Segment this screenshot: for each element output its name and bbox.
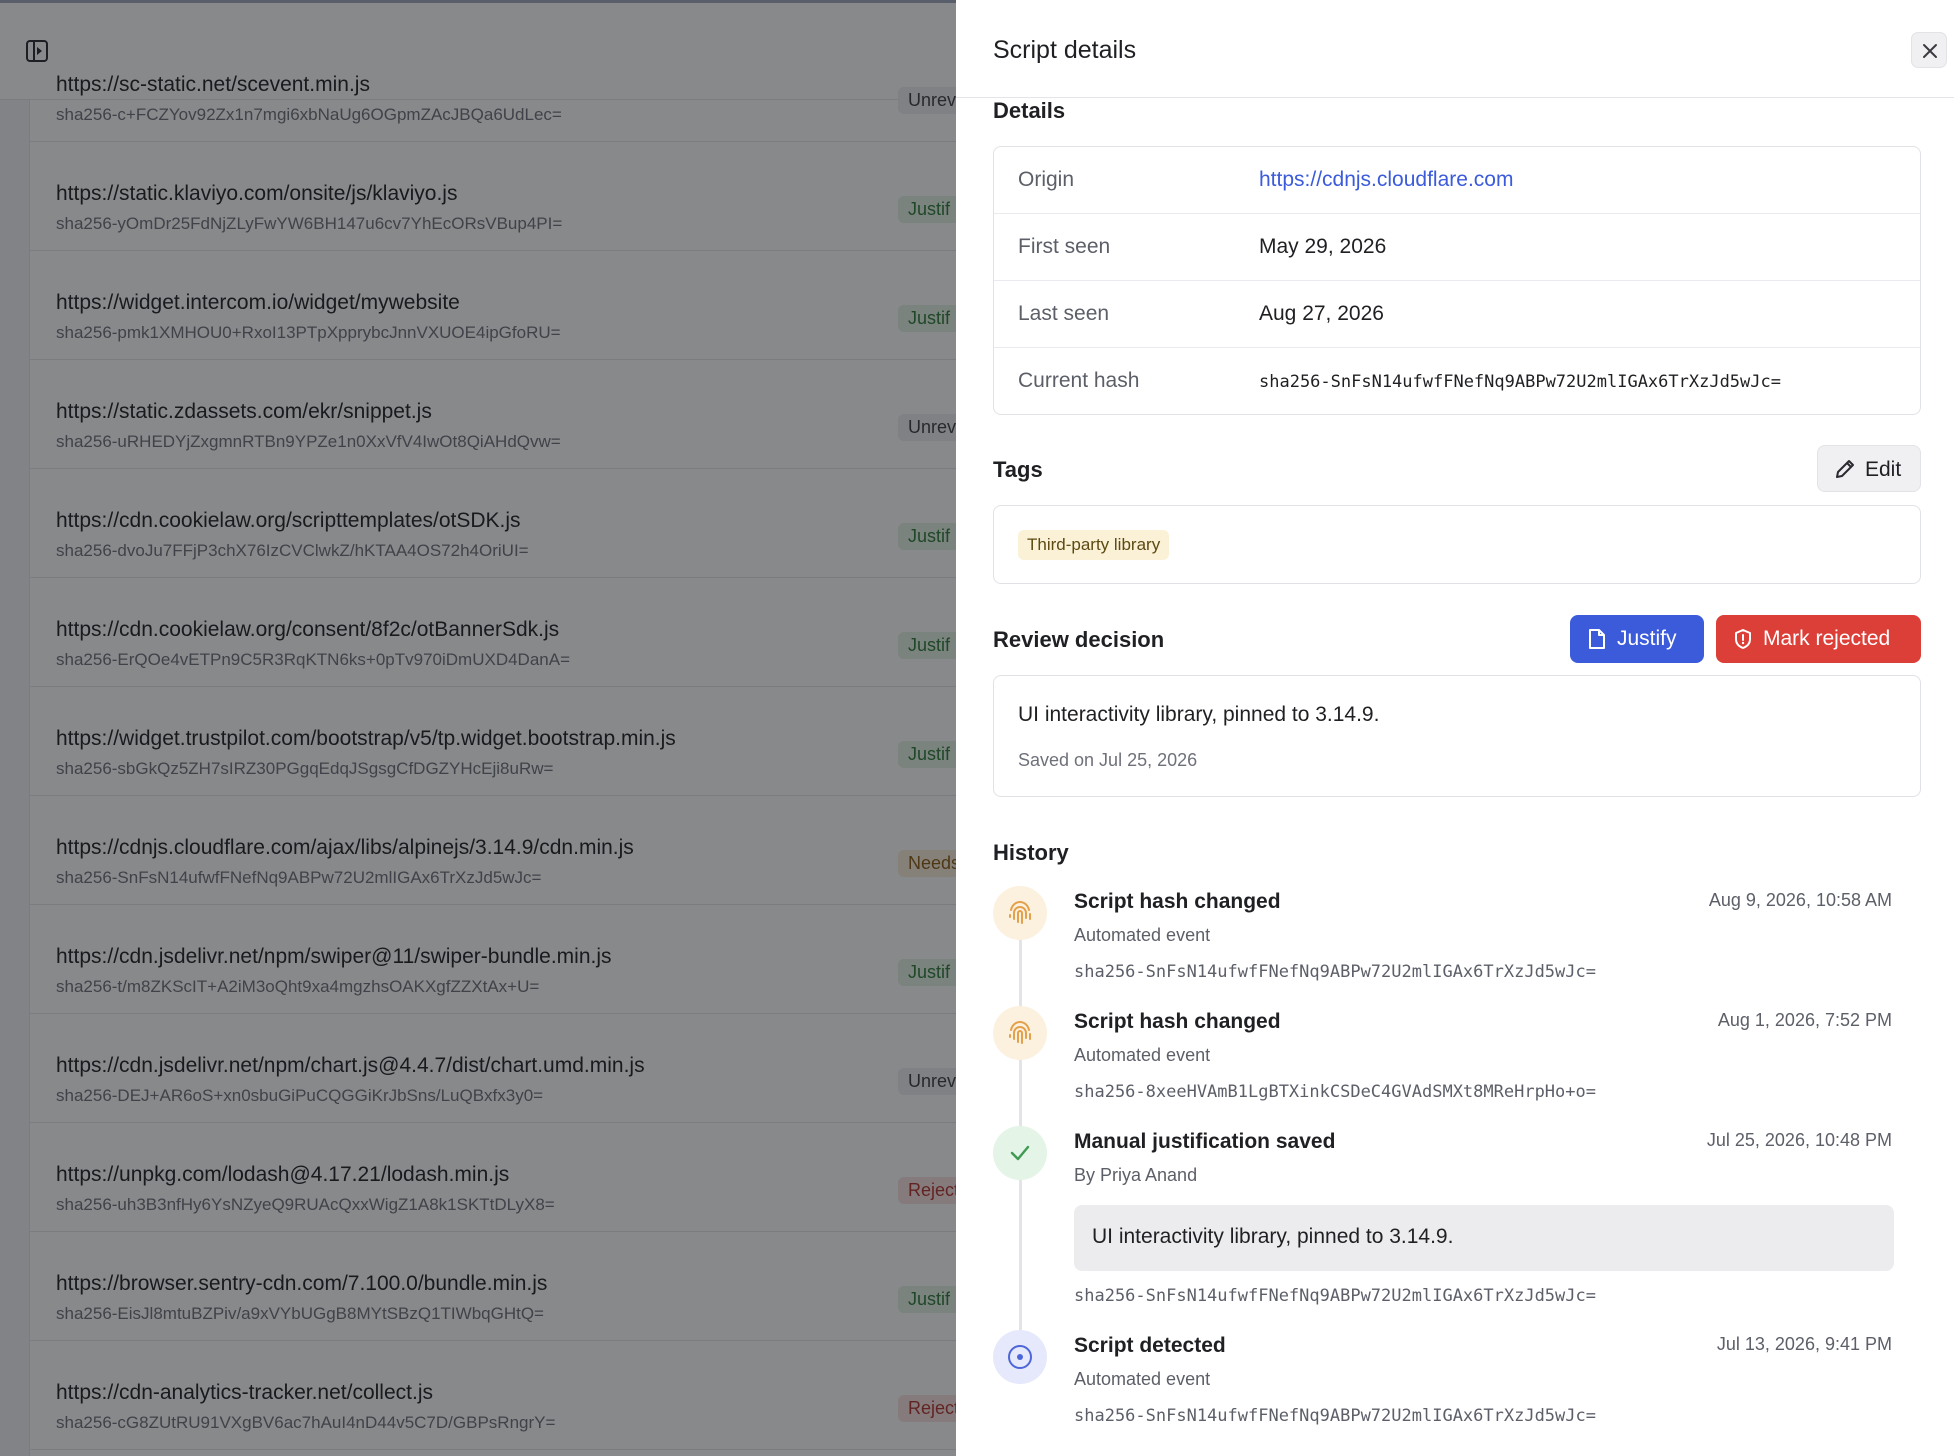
history-event-subtitle: Automated event <box>1074 1369 1211 1389</box>
history-event-icon <box>993 1330 1047 1384</box>
history-event-time: Aug 9, 2026, 10:58 AM <box>1708 890 1892 910</box>
history-event-time: Jul 25, 2026, 10:48 PM <box>1706 1130 1892 1150</box>
history-event-hash: sha256-SnFsN14ufwfFNefNq9ABPw72U2mlIGAx6… <box>1074 962 1596 982</box>
drawer-title: Script details <box>993 36 1137 64</box>
review-text: UI interactivity library, pinned to 3.14… <box>1018 703 1380 726</box>
mark-rejected-button[interactable]: Mark rejected <box>1716 615 1921 663</box>
close-icon <box>1923 44 1937 58</box>
history-event-subtitle: Automated event <box>1074 1045 1211 1065</box>
tag-pill: Third-party library <box>1018 530 1170 560</box>
fingerprint-icon <box>1009 900 1031 924</box>
detail-row-current-hash: Current hash sha256-SnFsN14ufwfFNefNq9AB… <box>994 348 1920 415</box>
justify-label: Justify <box>1617 627 1677 650</box>
tags-card: Third-party library <box>993 505 1921 584</box>
first-seen-value: May 29, 2026 <box>1259 235 1387 258</box>
history-event-hash: sha256-SnFsN14ufwfFNefNq9ABPw72U2mlIGAx6… <box>1074 1286 1596 1306</box>
document-icon <box>1589 629 1605 649</box>
review-card: UI interactivity library, pinned to 3.14… <box>993 675 1921 797</box>
history-event-icon <box>993 1006 1047 1060</box>
review-heading: Review decision <box>993 627 1165 652</box>
details-card: Origin https://cdnjs.cloudflare.com Firs… <box>993 146 1921 415</box>
review-saved-date: Saved on Jul 25, 2026 <box>1018 750 1198 770</box>
target-icon <box>1008 1345 1032 1369</box>
close-button[interactable] <box>1911 32 1947 68</box>
history-event-icon <box>993 886 1047 940</box>
detail-row-first-seen: First seen May 29, 2026 <box>994 214 1920 281</box>
history-event-subtitle: Automated event <box>1074 925 1211 945</box>
last-seen-value: Aug 27, 2026 <box>1259 302 1384 325</box>
tags-heading: Tags <box>993 457 1043 482</box>
fingerprint-icon <box>1009 1020 1031 1044</box>
history-heading: History <box>993 840 1069 865</box>
current-hash-value: sha256-SnFsN14ufwfFNefNq9ABPw72U2mlIGAx6… <box>1259 372 1781 392</box>
history-event-title: Script detected <box>1074 1334 1226 1357</box>
history-event-hash: sha256-8xeeHVAmB1LgBTXinkCSDeC4GVAdSMXt8… <box>1074 1082 1596 1102</box>
first-seen-label: First seen <box>1018 235 1111 258</box>
origin-label: Origin <box>1018 168 1075 191</box>
edit-label: Edit <box>1865 458 1902 481</box>
history-event-title: Manual justification saved <box>1074 1130 1336 1153</box>
history-event-time: Jul 13, 2026, 9:41 PM <box>1716 1334 1892 1354</box>
history-event-hash: sha256-SnFsN14ufwfFNefNq9ABPw72U2mlIGAx6… <box>1074 1406 1596 1426</box>
justify-button[interactable]: Justify <box>1570 615 1704 663</box>
history-event-subtitle: By Priya Anand <box>1074 1165 1198 1185</box>
history-event-icon <box>993 1126 1047 1180</box>
origin-link[interactable]: https://cdnjs.cloudflare.com <box>1259 168 1513 192</box>
drawer-header: Script details <box>956 0 1954 98</box>
last-seen-label: Last seen <box>1018 302 1110 325</box>
details-heading: Details <box>993 98 1066 123</box>
pencil-icon <box>1836 460 1854 478</box>
check-icon <box>1010 1145 1030 1161</box>
history-note-text: UI interactivity library, pinned to 3.14… <box>1092 1225 1454 1248</box>
reject-label: Mark rejected <box>1763 627 1891 650</box>
history-event-note: UI interactivity library, pinned to 3.14… <box>1074 1205 1894 1271</box>
history-event-time: Aug 1, 2026, 7:52 PM <box>1717 1010 1892 1030</box>
edit-tags-button[interactable]: Edit <box>1817 445 1921 492</box>
history-event-title: Script hash changed <box>1074 1010 1281 1033</box>
detail-row-origin: Origin https://cdnjs.cloudflare.com <box>994 147 1920 214</box>
history-event-title: Script hash changed <box>1074 890 1281 913</box>
script-details-drawer: Script details Details Origin https://cd… <box>956 0 1954 1456</box>
detail-row-last-seen: Last seen Aug 27, 2026 <box>994 281 1920 348</box>
shield-alert-icon <box>1735 629 1751 649</box>
current-hash-label: Current hash <box>1018 369 1140 392</box>
